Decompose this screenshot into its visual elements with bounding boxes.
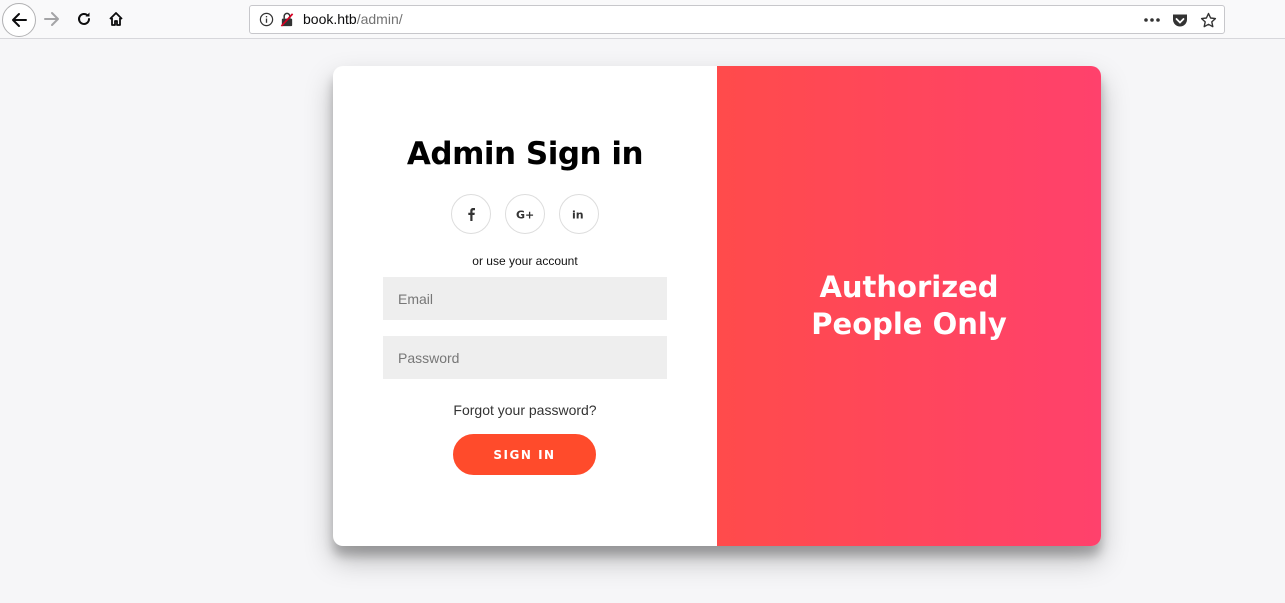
forward-button[interactable] <box>36 4 68 34</box>
email-field[interactable] <box>383 277 667 320</box>
more-dots-icon <box>1144 18 1160 22</box>
facebook-icon <box>468 208 475 221</box>
overlay-panel: Authorized People Only <box>717 66 1101 546</box>
reload-button[interactable] <box>68 4 100 34</box>
page-title: Admin Sign in <box>406 136 644 172</box>
back-arrow-icon <box>12 13 27 27</box>
login-card: Admin Sign in G+ in or use your account … <box>333 66 1101 546</box>
page-actions-button[interactable] <box>1142 10 1162 30</box>
svg-text:G+: G+ <box>516 209 534 221</box>
google-plus-icon: G+ <box>516 209 534 221</box>
signin-form: Admin Sign in G+ in or use your account … <box>333 66 717 546</box>
bookmark-button[interactable] <box>1198 10 1218 30</box>
forward-arrow-icon <box>44 12 59 26</box>
insecure-lock-icon[interactable] <box>280 12 294 27</box>
url-host: book.htb <box>303 11 357 27</box>
forgot-password-link[interactable]: Forgot your password? <box>333 402 717 418</box>
url-actions <box>1142 10 1218 30</box>
pocket-button[interactable] <box>1170 10 1190 30</box>
social-links: G+ in <box>451 194 601 234</box>
linkedin-icon: in <box>572 209 584 221</box>
pocket-icon <box>1173 14 1187 26</box>
svg-text:in: in <box>572 209 584 221</box>
bookmark-star-icon <box>1200 12 1216 27</box>
back-button[interactable] <box>2 3 36 37</box>
reload-icon <box>78 12 90 25</box>
google-plus-link[interactable]: G+ <box>505 194 545 234</box>
password-field[interactable] <box>383 336 667 379</box>
facebook-link[interactable] <box>451 194 491 234</box>
browser-toolbar: book.htb/admin/ <box>0 0 1285 39</box>
linkedin-link[interactable]: in <box>559 194 599 234</box>
overlay-heading: Authorized People Only <box>811 270 1007 341</box>
info-icon[interactable] <box>259 12 274 27</box>
url-text[interactable]: book.htb/admin/ <box>303 11 403 27</box>
home-button[interactable] <box>100 4 132 34</box>
url-bar[interactable]: book.htb/admin/ <box>249 5 1225 34</box>
sign-in-button[interactable]: SIGN IN <box>453 434 596 475</box>
or-use-account-text: or use your account <box>472 254 578 268</box>
home-icon <box>109 12 123 26</box>
url-path: /admin/ <box>356 11 403 27</box>
